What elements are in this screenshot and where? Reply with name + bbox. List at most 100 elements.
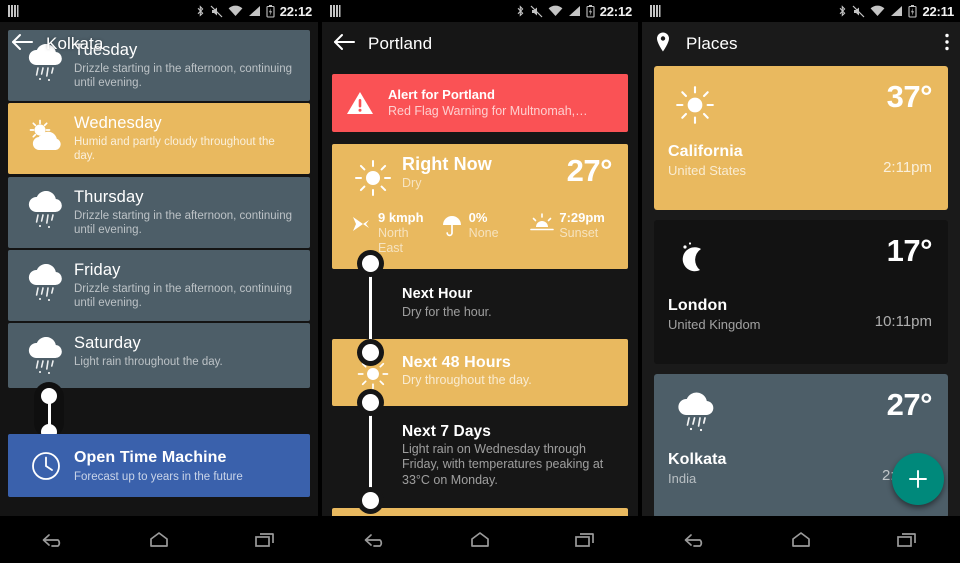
status-bar-clock: 22:11 — [922, 3, 954, 19]
forecast-row-saturday[interactable]: Saturday Light rain throughout the day. — [8, 323, 310, 388]
back-arrow-icon[interactable] — [332, 32, 356, 57]
place-name-block: California United States — [668, 142, 746, 179]
phone-screen-timeline: 22:12 Portland Alert for Portland Red Fl… — [322, 0, 638, 563]
timeline-node-4 — [362, 492, 379, 509]
status-bar-system-icons: 22:11 — [838, 4, 954, 19]
forecast-row-tuesday[interactable]: Tuesday Drizzle starting in the afternoo… — [8, 30, 310, 101]
right-now-condition: Dry — [402, 176, 422, 190]
recents-icon — [575, 532, 595, 547]
timeline-node-2 — [362, 344, 379, 361]
battery-charging-icon — [586, 4, 595, 18]
page-title: Portland — [368, 34, 433, 53]
mute-icon — [210, 5, 223, 17]
next-48-text: Next 48 Hours Dry throughout the day. — [402, 353, 532, 389]
nav-home-button[interactable] — [131, 520, 187, 560]
nav-recents-button[interactable] — [237, 520, 293, 560]
status-bar-notifications — [650, 4, 661, 18]
mute-icon — [853, 5, 865, 17]
toolbar: Portland — [322, 22, 638, 66]
timeline-scroll[interactable]: Alert for Portland Red Flag Warning for … — [322, 66, 638, 516]
stat-sunset: 7:29pm Sunset — [525, 210, 616, 256]
status-bar-notifications — [8, 4, 19, 18]
wind-direction: North East — [378, 226, 409, 255]
recents-icon — [255, 532, 274, 547]
rain-cloud-icon — [18, 332, 74, 377]
precip-chance: 0% — [468, 210, 488, 225]
place-city: London — [668, 297, 728, 314]
wifi-icon — [228, 5, 243, 16]
toolbar: Places — [642, 22, 960, 66]
forecast-row-text: Friday Drizzle starting in the afternoon… — [74, 259, 292, 310]
home-icon — [471, 531, 489, 547]
next-7-days-card[interactable]: Next 7 Days Light rain on Wednesday thro… — [332, 405, 628, 508]
timeline-container: Right Now Dry 27° 9 kmph North East 0% N… — [322, 144, 638, 516]
bluetooth-icon — [840, 4, 846, 17]
rain-cloud-icon — [668, 388, 718, 441]
place-name-block: London United Kingdom — [668, 296, 761, 333]
place-card-bottom: London United Kingdom 10:11pm — [668, 296, 932, 333]
home-icon — [150, 531, 168, 547]
weather-alert-card[interactable]: Alert for Portland Red Flag Warning for … — [332, 74, 628, 132]
right-now-temperature: 27° — [566, 153, 613, 188]
next-48-title: Next 48 Hours — [402, 353, 511, 371]
signal-icon — [891, 6, 903, 16]
forecast-row-thursday[interactable]: Thursday Drizzle starting in the afterno… — [8, 177, 310, 248]
forecast-desc: Drizzle starting in the afternoon, conti… — [74, 63, 292, 89]
open-time-machine-button[interactable]: Open Time Machine Forecast up to years i… — [8, 434, 310, 497]
stat-sunset-text: 7:29pm Sunset — [559, 210, 605, 241]
timeline-spine-1 — [369, 262, 372, 352]
back-arrow-icon[interactable] — [10, 32, 34, 57]
notification-bars-icon — [330, 5, 341, 17]
forecast-day-label: Friday — [74, 261, 121, 279]
place-card-london[interactable]: 17° London United Kingdom 10:11pm — [654, 220, 948, 364]
nav-back-button[interactable] — [347, 520, 403, 560]
place-city: Kolkata — [668, 451, 727, 468]
partly-cloudy-icon — [18, 112, 74, 157]
place-card-california[interactable]: 37° California United States 2:11pm — [654, 66, 948, 210]
android-nav-bar — [642, 516, 960, 563]
place-card-bottom: California United States 2:11pm — [668, 142, 932, 179]
place-local-time: 2:11pm — [883, 159, 932, 176]
forecast-day-label: Saturday — [74, 334, 141, 352]
place-name-block: Kolkata India — [668, 450, 727, 487]
nav-recents-button[interactable] — [879, 520, 935, 560]
nav-back-button[interactable] — [25, 520, 81, 560]
nav-back-button[interactable] — [667, 520, 723, 560]
three-phone-screenshots: 22:12 Tuesday Drizzle starting in the af… — [0, 0, 960, 563]
next-7-days-desc: Light rain on Wednesday through Friday, … — [402, 441, 604, 487]
next-hour-card[interactable]: Next Hour Dry for the hour. — [332, 269, 628, 339]
phone-screen-places: 22:11 Places 37° California United State… — [642, 0, 960, 563]
timeline-node-3 — [362, 394, 379, 411]
nav-home-button[interactable] — [773, 520, 829, 560]
nav-recents-button[interactable] — [557, 520, 613, 560]
right-now-card[interactable]: Right Now Dry 27° 9 kmph North East 0% N… — [332, 144, 628, 269]
page-title: Places — [686, 34, 738, 53]
signal-icon — [568, 6, 580, 16]
friday-card[interactable]: Friday — [332, 508, 628, 516]
forecast-row-wednesday[interactable]: Wednesday Humid and partly cloudy throug… — [8, 103, 310, 174]
forecast-list[interactable]: Tuesday Drizzle starting in the afternoo… — [0, 22, 318, 516]
back-icon — [364, 533, 382, 547]
status-bar: 22:12 — [322, 0, 638, 22]
next-hour-desc: Dry for the hour. — [402, 305, 492, 319]
forecast-row-text: Saturday Light rain throughout the day. — [74, 332, 223, 369]
more-vertical-icon[interactable] — [944, 31, 950, 58]
precip-type: None — [468, 226, 499, 240]
stat-wind: 9 kmph North East — [344, 210, 435, 256]
add-place-button[interactable] — [892, 453, 944, 505]
signal-icon — [248, 6, 260, 16]
rain-cloud-icon — [18, 186, 74, 231]
stat-precipitation: 0% None — [435, 210, 526, 256]
alert-title: Alert for Portland — [388, 86, 495, 102]
nav-home-button[interactable] — [452, 520, 508, 560]
forecast-day-label: Wednesday — [74, 114, 162, 132]
wind-icon — [344, 210, 378, 235]
forecast-row-friday[interactable]: Friday Drizzle starting in the afternoon… — [8, 250, 310, 321]
status-bar-system-icons: 22:12 — [516, 4, 632, 19]
right-now-text: Right Now Dry — [402, 154, 492, 191]
phone-screen-forecast: 22:12 Tuesday Drizzle starting in the af… — [0, 0, 318, 563]
places-list[interactable]: 37° California United States 2:11pm 17° … — [642, 66, 960, 516]
alert-text: Alert for Portland Red Flag Warning for … — [388, 87, 588, 119]
place-card-top: 27° — [668, 388, 933, 450]
sunset-label: Sunset — [559, 226, 599, 240]
